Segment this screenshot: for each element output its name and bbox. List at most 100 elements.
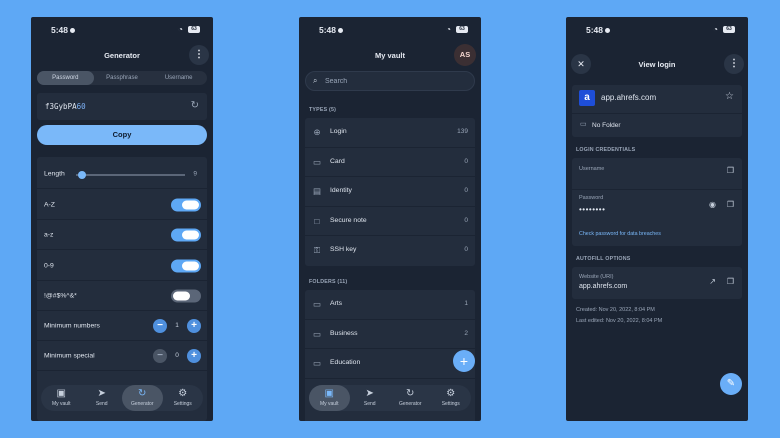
list-item-card[interactable]: ▭ Card 0 bbox=[305, 148, 475, 177]
folder-name: No Folder bbox=[592, 122, 621, 129]
favorite-star-icon[interactable]: ☆ bbox=[725, 91, 734, 102]
credentials-card: Username ❐ Password •••••••• ◉ ❐ Check p… bbox=[572, 158, 742, 246]
list-item-login[interactable]: ⊕ Login 139 bbox=[305, 118, 475, 148]
nav-send[interactable]: ➤ Send bbox=[82, 385, 123, 411]
list-item-ssh-key[interactable]: ⚿ SSH key 0 bbox=[305, 236, 475, 266]
credentials-header: LOGIN CREDENTIALS bbox=[576, 147, 636, 153]
nav-generator[interactable]: ↻ Generator bbox=[122, 385, 163, 411]
generated-password[interactable]: f3GybPA60 bbox=[45, 102, 86, 111]
toggle-row-numbers: 0-9 bbox=[37, 251, 207, 281]
folder-item-arts[interactable]: ▭ Arts 1 bbox=[305, 290, 475, 320]
copy-icon[interactable]: ❐ bbox=[727, 277, 734, 286]
battery-icon: 63 bbox=[188, 26, 200, 33]
website-label: Website (URI) bbox=[579, 274, 614, 280]
toggle-label: a-z bbox=[44, 231, 54, 238]
decrement-button[interactable]: − bbox=[153, 348, 167, 363]
types-header: TYPES (5) bbox=[309, 107, 337, 113]
generated-password-box: f3GybPA60 ↻ bbox=[37, 93, 207, 120]
last-edited-date: Last edited: Nov 20, 2022, 8:04 PM bbox=[576, 318, 663, 324]
list-item-count: 0 bbox=[464, 246, 468, 253]
status-time: 5:48 bbox=[586, 25, 610, 35]
increment-button[interactable]: + bbox=[187, 318, 201, 333]
toggle-label: !@#$%^&* bbox=[44, 292, 77, 299]
edit-button[interactable]: ✎ bbox=[720, 373, 742, 395]
length-value: 9 bbox=[193, 170, 197, 177]
tab-password[interactable]: Password bbox=[37, 71, 94, 85]
length-row: Length 9 bbox=[37, 159, 207, 189]
website-value: app.ahrefs.com bbox=[579, 283, 628, 290]
list-item-count: 1 bbox=[464, 300, 468, 307]
nav-my-vault[interactable]: ▣ My vault bbox=[41, 385, 82, 411]
view-login-screen: 5:48 ◔ 63 ✕ View login ⋮ a app.ahrefs.co… bbox=[566, 17, 748, 421]
send-icon: ➤ bbox=[97, 388, 106, 399]
send-icon: ➤ bbox=[365, 388, 374, 399]
copy-button[interactable]: Copy bbox=[37, 125, 207, 145]
numbers-toggle[interactable] bbox=[171, 259, 201, 272]
list-item-label: Login bbox=[330, 128, 347, 135]
nav-settings[interactable]: ⚙ Settings bbox=[163, 385, 204, 411]
status-time: 5:48 bbox=[319, 25, 343, 35]
regenerate-icon[interactable]: ↻ bbox=[191, 100, 199, 111]
lowercase-toggle[interactable] bbox=[171, 228, 201, 241]
copy-icon[interactable]: ❐ bbox=[727, 166, 734, 175]
divider bbox=[572, 189, 742, 190]
tab-username[interactable]: Username bbox=[150, 71, 207, 85]
list-item-count: 0 bbox=[464, 157, 468, 165]
special-toggle[interactable] bbox=[171, 289, 201, 302]
check-breach-link[interactable]: Check password for data breaches bbox=[579, 231, 661, 237]
toggle-row-lowercase: a-z bbox=[37, 220, 207, 250]
nav-send[interactable]: ➤ Send bbox=[350, 385, 391, 411]
search-input[interactable] bbox=[325, 75, 445, 87]
min-numbers-label: Minimum numbers bbox=[44, 322, 100, 329]
nav-settings[interactable]: ⚙ Settings bbox=[431, 385, 472, 411]
toggle-row-special: !@#$%^&* bbox=[37, 281, 207, 311]
folder-icon: ▭ bbox=[312, 299, 322, 309]
page-title: View login bbox=[638, 60, 676, 69]
list-item-label: Arts bbox=[330, 300, 343, 307]
folders-header: FOLDERS (11) bbox=[309, 279, 348, 285]
autofill-card: Website (URI) app.ahrefs.com ↗ ❐ bbox=[572, 267, 742, 299]
list-item-identity[interactable]: ▤ Identity 0 bbox=[305, 177, 475, 207]
folder-item-education[interactable]: ▭ Education bbox=[305, 349, 475, 379]
uppercase-toggle[interactable] bbox=[171, 198, 201, 211]
list-item-label: Business bbox=[330, 329, 358, 337]
min-numbers-stepper: − 1 + bbox=[153, 318, 201, 333]
increment-button[interactable]: + bbox=[187, 348, 201, 363]
min-special-row: Minimum special − 0 + bbox=[37, 341, 207, 371]
password-label: Password bbox=[579, 195, 604, 201]
globe-icon: ⊕ bbox=[313, 127, 321, 137]
wifi-icon: ◔ bbox=[178, 25, 183, 34]
list-item-secure-note[interactable]: □ Secure note 0 bbox=[305, 207, 475, 236]
copy-icon[interactable]: ❐ bbox=[727, 200, 734, 209]
password-value: •••••••• bbox=[579, 205, 606, 214]
folder-icon: ▭ bbox=[312, 358, 322, 368]
min-special-label: Minimum special bbox=[44, 352, 95, 359]
generator-icon: ↻ bbox=[406, 388, 415, 399]
decrement-button[interactable]: − bbox=[153, 318, 167, 333]
eye-icon[interactable]: ◉ bbox=[709, 200, 716, 209]
min-numbers-value: 1 bbox=[175, 321, 179, 329]
min-special-value: 0 bbox=[175, 351, 179, 359]
more-options-button[interactable]: ⋮ bbox=[189, 45, 209, 65]
open-link-icon[interactable]: ↗ bbox=[709, 277, 716, 286]
status-time: 5:48 bbox=[51, 25, 75, 35]
tab-passphrase[interactable]: Passphrase bbox=[94, 71, 151, 85]
nav-generator[interactable]: ↻ Generator bbox=[390, 385, 431, 411]
vault-screen: 5:48 ◔ 63 My vault AS ⌕ TYPES (5) ⊕ Logi… bbox=[299, 17, 481, 421]
folder-item-business[interactable]: ▭ Business 2 bbox=[305, 320, 475, 349]
card-icon: ▭ bbox=[312, 156, 322, 167]
add-item-button[interactable]: + bbox=[453, 350, 475, 372]
nav-my-vault[interactable]: ▣ My vault bbox=[309, 385, 350, 411]
types-list: ⊕ Login 139 ▭ Card 0 ▤ Identity 0 □ Secu… bbox=[305, 118, 475, 266]
gear-icon: ⚙ bbox=[446, 388, 456, 399]
length-slider[interactable] bbox=[76, 170, 185, 179]
slider-knob[interactable] bbox=[78, 170, 86, 179]
item-header-card: a app.ahrefs.com ☆ ▭ No Folder bbox=[572, 85, 742, 137]
status-bar: 5:48 ◔ 63 bbox=[31, 25, 213, 37]
min-numbers-row: Minimum numbers − 1 + bbox=[37, 311, 207, 341]
status-bar: 5:48 ◔ 63 bbox=[566, 25, 748, 37]
avatar[interactable]: AS bbox=[454, 44, 476, 66]
more-options-button[interactable]: ⋮ bbox=[724, 54, 744, 74]
vault-icon: ▣ bbox=[324, 388, 334, 399]
generator-options: Length 9 A-Z a-z 0-9 !@#$%^&* Minimum nu… bbox=[37, 157, 207, 421]
